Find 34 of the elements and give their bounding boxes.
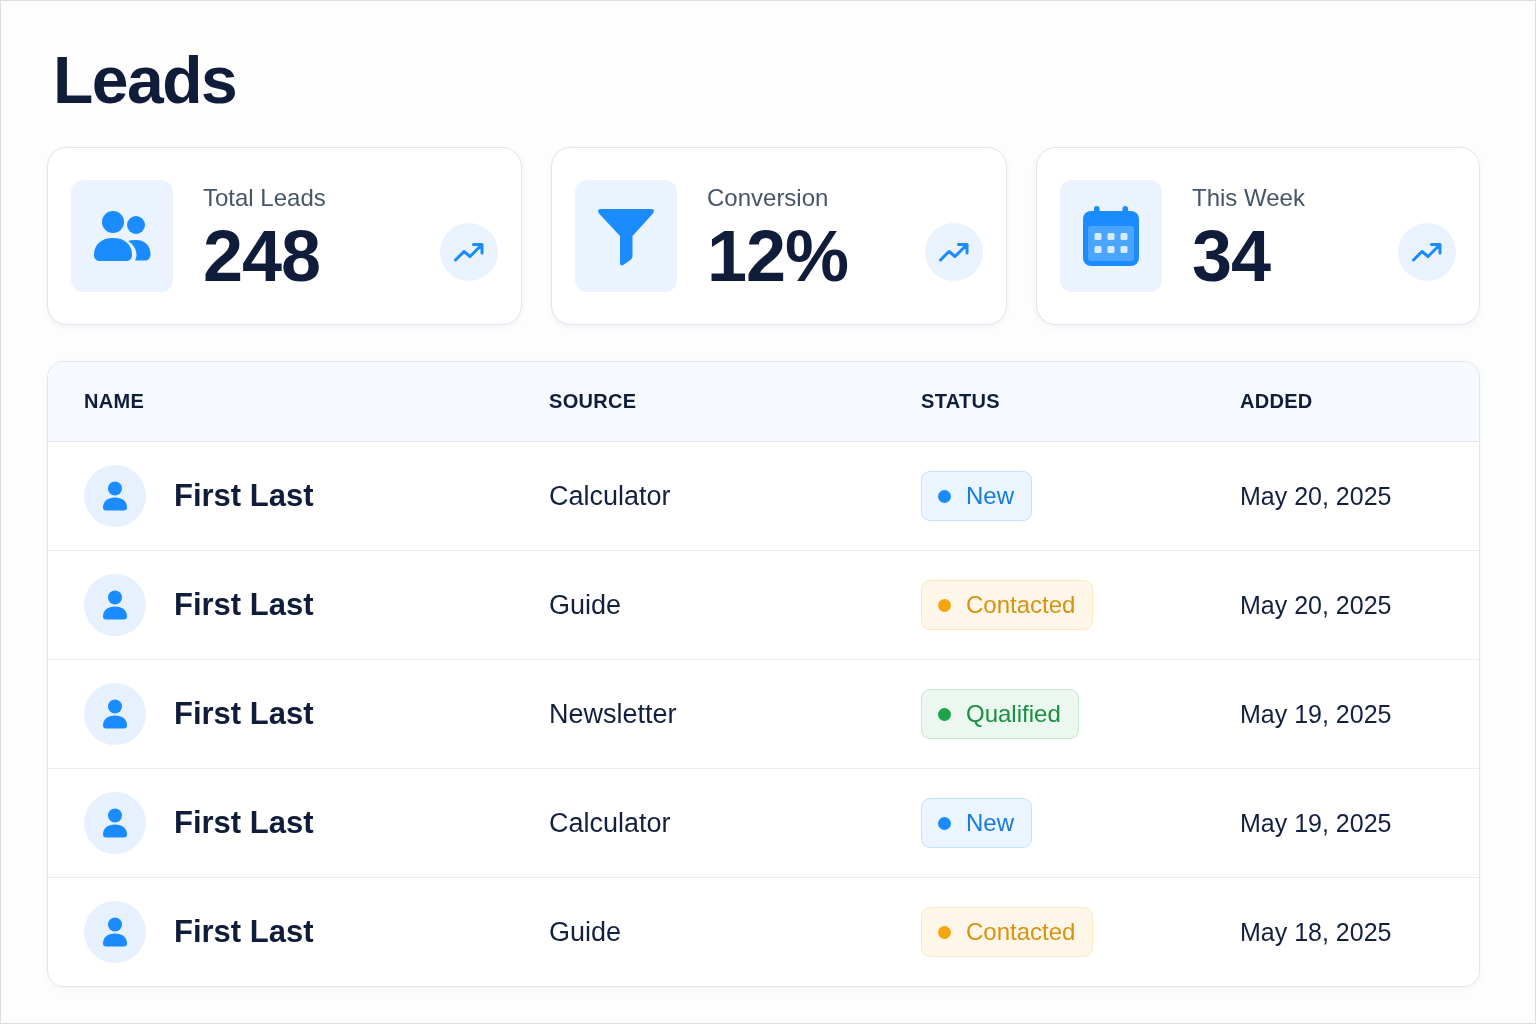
stat-label: Total Leads [203,183,326,213]
lead-source: Calculator [549,807,671,839]
status-label: New [966,811,1014,835]
date-added: May 20, 2025 [1240,590,1392,620]
stat-label: Conversion [707,183,829,213]
column-header: NAME [84,390,145,413]
lead-name: First Last [174,914,314,950]
lead-source: Calculator [549,480,671,512]
stat-value: 12% [707,220,849,293]
lead-name: First Last [174,696,314,732]
column-header: ADDED [1240,390,1313,413]
stat-label: This Week [1192,183,1305,213]
lead-name: First Last [174,587,314,623]
calendar-icon [1060,180,1162,292]
page-title: Leads [53,47,237,113]
status-label: New [966,484,1014,508]
date-added: May 18, 2025 [1240,917,1392,947]
status-label: Contacted [966,920,1076,944]
funnel-icon [575,180,677,292]
lead-source: Guide [549,589,622,621]
lead-name: First Last [174,478,314,514]
date-added: May 19, 2025 [1240,808,1392,838]
people-icon [71,180,173,292]
column-header: SOURCE [549,390,637,413]
date-added: May 19, 2025 [1240,699,1392,729]
lead-source: Newsletter [549,698,677,730]
stat-value: 248 [203,220,321,293]
stat-value: 34 [1192,220,1271,293]
status-label: Contacted [966,593,1076,617]
lead-source: Guide [549,916,622,948]
date-added: May 20, 2025 [1240,481,1392,511]
lead-name: First Last [174,805,314,841]
column-header: STATUS [921,390,1000,413]
status-label: Qualified [966,702,1061,726]
